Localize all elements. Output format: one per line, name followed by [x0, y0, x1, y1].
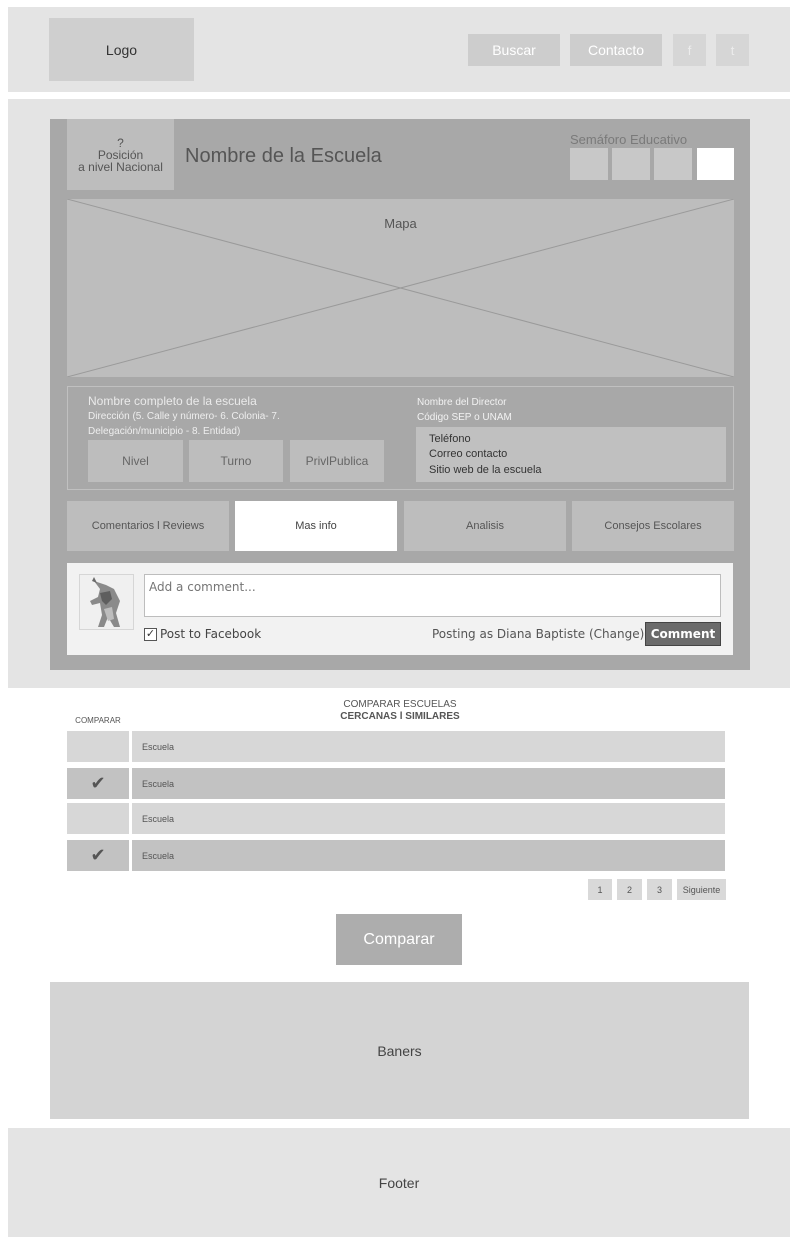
director-name: Nombre del Director: [417, 397, 507, 408]
contacto-button[interactable]: Contacto: [570, 34, 662, 66]
comment-button[interactable]: Comment: [645, 622, 721, 646]
check-icon: ✔: [90, 773, 106, 793]
tab-comentarios[interactable]: Comentarios l Reviews: [67, 501, 229, 551]
twitter-icon[interactable]: t: [716, 34, 749, 66]
tab-mas-info[interactable]: Mas info: [235, 501, 397, 551]
avatar: [79, 574, 134, 630]
compare-checkbox-2[interactable]: ✔: [67, 768, 129, 799]
check-icon: ✔: [90, 845, 106, 865]
semaforo-label: Semáforo Educativo: [570, 132, 688, 147]
facebook-icon[interactable]: f: [673, 34, 706, 66]
map[interactable]: Mapa: [67, 199, 734, 377]
semaforo-indicator-2: [612, 148, 650, 180]
tab-analisis[interactable]: Analisis: [404, 501, 566, 551]
logo[interactable]: Logo: [49, 18, 194, 81]
rank-label-line2: a nivel Nacional: [78, 159, 163, 174]
pagination-page-2[interactable]: 2: [617, 879, 642, 900]
compare-title: COMPARAR ESCUELAS: [343, 699, 457, 710]
comment-input[interactable]: [144, 574, 721, 617]
sep-code: Código SEP o UNAM: [417, 412, 512, 423]
semaforo-indicator-4: [697, 148, 734, 180]
nivel-button[interactable]: Nivel: [88, 440, 183, 482]
pagination-page-3[interactable]: 3: [647, 879, 672, 900]
compare-button[interactable]: Comparar: [336, 914, 462, 965]
contact-website[interactable]: Sitio web de la escuela: [429, 464, 542, 476]
school-row[interactable]: Escuela: [132, 840, 725, 871]
contact-phone[interactable]: Teléfono: [429, 433, 471, 445]
national-rank-box: ? Posición a nivel Nacional: [67, 119, 174, 190]
school-row[interactable]: Escuela: [132, 803, 725, 834]
post-to-facebook-option[interactable]: ✓ Post to Facebook: [144, 625, 261, 643]
compare-checkbox-4[interactable]: ✔: [67, 840, 129, 871]
posting-as-text[interactable]: Posting as Diana Baptiste (Change): [432, 627, 644, 641]
map-label: Mapa: [384, 216, 417, 231]
buscar-button[interactable]: Buscar: [468, 34, 560, 66]
post-to-facebook-label: Post to Facebook: [160, 627, 262, 641]
school-address: Dirección (5. Calle y número- 6. Colonia…: [88, 411, 280, 437]
pagination-page-1[interactable]: 1: [588, 879, 612, 900]
tab-consejos-escolares[interactable]: Consejos Escolares: [572, 501, 734, 551]
rank-label-line1: Posición: [97, 147, 144, 162]
page-title: Nombre de la Escuela: [185, 145, 382, 167]
turno-button[interactable]: Turno: [189, 440, 283, 482]
rank-value: ?: [117, 135, 124, 150]
school-full-name: Nombre completo de la escuela: [88, 394, 257, 408]
avatar-image: [80, 575, 133, 629]
contact-email[interactable]: Correo contacto: [429, 448, 507, 460]
semaforo-indicator-3: [654, 148, 692, 180]
pagination-next[interactable]: Siguiente: [677, 879, 726, 900]
banners-area[interactable]: Baners: [50, 982, 749, 1119]
footer: Footer: [8, 1128, 790, 1237]
post-to-facebook-checkbox[interactable]: ✓: [144, 627, 157, 641]
priv-publica-button[interactable]: PrivlPublica: [290, 440, 384, 482]
school-row[interactable]: Escuela: [132, 731, 725, 762]
compare-checkbox-1[interactable]: [67, 731, 129, 762]
semaforo-indicator-1: [570, 148, 608, 180]
compare-checkbox-3[interactable]: [67, 803, 129, 834]
school-row[interactable]: Escuela: [132, 768, 725, 799]
compare-column-header: COMPARAR: [75, 716, 121, 725]
